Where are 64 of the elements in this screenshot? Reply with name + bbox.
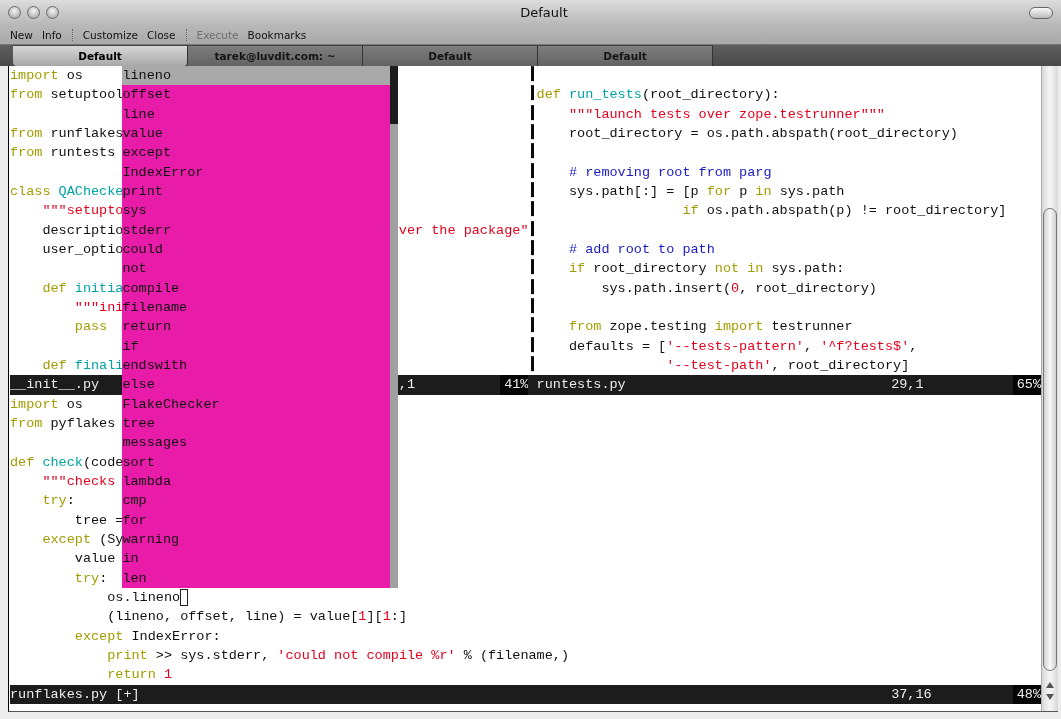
toolbar-button[interactable]: Customize (82, 29, 138, 41)
code-line: def check(code (10, 453, 124, 472)
code-line: os.lineno (106, 588, 181, 607)
code-line: sys.path.insert(0, root_directory) (600, 279, 877, 298)
code-line: if root_directory not in sys.path: (567, 260, 845, 279)
code-line: # removing root from parg (567, 163, 772, 182)
cursor-position: 37,16 (891, 685, 933, 704)
code-line: try: (73, 569, 108, 588)
code-line: pass (73, 318, 108, 337)
scroll-percent: 41% (500, 375, 529, 395)
file-name: runflakes.py [+] (10, 685, 141, 704)
code-line: def initia (41, 279, 124, 298)
tab[interactable]: Default (363, 45, 538, 66)
toolbar-button[interactable]: Close (146, 29, 176, 41)
text-cursor (180, 588, 189, 606)
code-line: import os (10, 67, 83, 85)
code-line: """launch tests over zope.testrunner""" (567, 105, 885, 124)
code-line: from zope.testing import testrunner (567, 318, 853, 337)
code-line: try: (41, 492, 75, 511)
code-line: def run_tests(root_directory): (536, 86, 780, 105)
file-name: runtests.py (536, 376, 627, 395)
cursor-position: ,1 (398, 376, 416, 395)
code-line: print >> sys.stderr, 'could not compile %r' % (filename,) (106, 646, 569, 665)
code-line: from pyflakes (10, 414, 116, 433)
code-line: import os (10, 395, 83, 414)
code-line: except IndexError: (73, 627, 221, 646)
toolbar-button[interactable]: Info (41, 29, 62, 41)
code-line: if os.path.abspath(p) != root_directory] (681, 202, 1007, 221)
code-line: from runtests (10, 144, 116, 163)
tab[interactable]: Default (13, 45, 188, 66)
code-line: def finali (41, 356, 124, 375)
code-line: from setuptool (10, 86, 124, 105)
code-line: class QAChecke (10, 182, 124, 201)
file-name: __init__.py (10, 376, 100, 395)
code-line: user_optio (41, 240, 124, 259)
toolbar-button[interactable]: Bookmarks (247, 29, 307, 41)
code-line: """ini (73, 298, 124, 317)
code-line: from runflakes (10, 125, 124, 143)
code-line: sys.path[:] = [p for p in sys.path (567, 182, 845, 201)
scroll-percent: 48% (1012, 684, 1041, 704)
window-control-button[interactable] (27, 6, 40, 19)
code-line: """checks (41, 472, 116, 491)
code-line: (lineno, offset, line) = value[1][1:] (106, 608, 407, 627)
toolbar-toggle-button[interactable] (1029, 6, 1053, 19)
window-control-button[interactable] (46, 6, 59, 19)
code-line: defaults = ['--tests-pattern', '^f?tests$', (567, 337, 918, 356)
scroll-percent: 65% (1012, 375, 1041, 395)
scrollbar-thumb[interactable] (1043, 208, 1057, 671)
code-line: ver the package" (398, 221, 529, 240)
code-line: """setupto (41, 202, 124, 221)
completion-item[interactable]: lineno (122, 66, 390, 86)
tab[interactable]: tarek@luvdit.com: ~ (188, 45, 363, 66)
tab[interactable]: Default (538, 45, 713, 66)
toolbar-button[interactable]: New (10, 29, 33, 41)
window-control-button[interactable] (8, 6, 21, 19)
code-line: return 1 (106, 666, 173, 685)
code-line: value (73, 550, 116, 569)
code-line: # add root to path (567, 240, 715, 259)
cursor-position: 29,1 (891, 376, 925, 395)
code-line: descriptio (41, 221, 124, 240)
code-line: root_directory = os.path.abspath(root_directory) (567, 125, 958, 143)
scrollbar-thumb[interactable] (389, 66, 398, 124)
code-line: '--test-path', root_directory] (665, 356, 910, 375)
window-title: Default (519, 5, 569, 20)
